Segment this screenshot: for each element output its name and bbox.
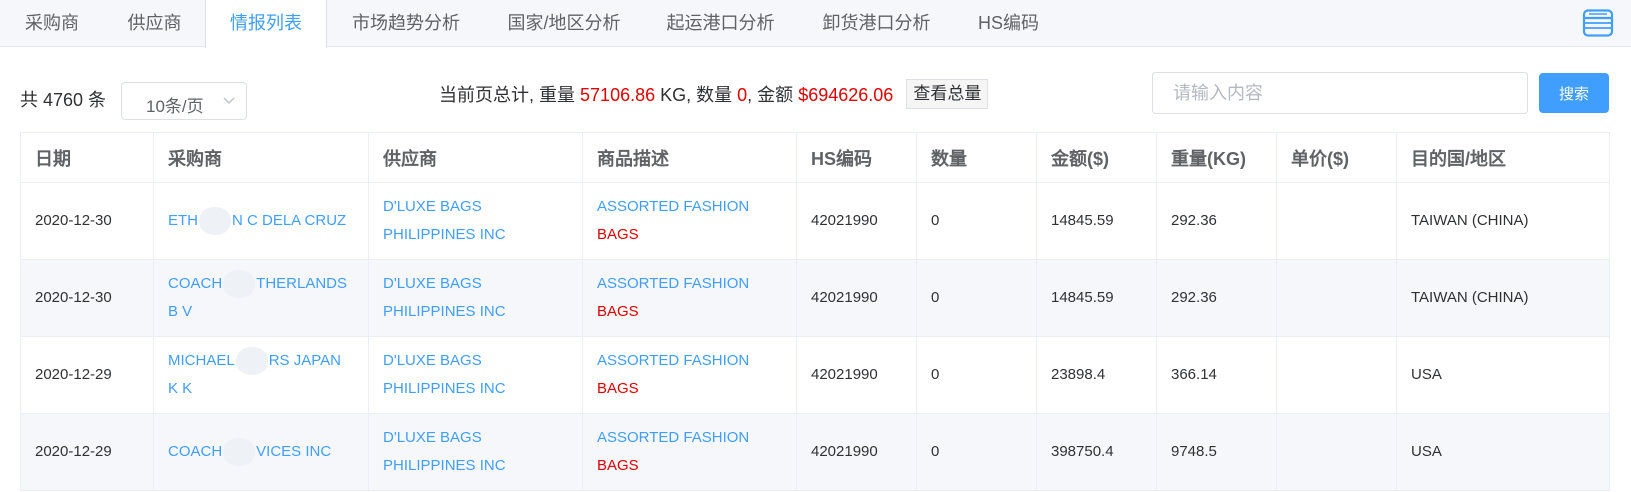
summary-quantity: 0 [737,84,748,105]
cell-description[interactable]: ASSORTED FASHION BAGS [582,336,797,414]
cell-quantity: 0 [916,259,1037,337]
header-unit-price[interactable]: 单价($) [1276,132,1397,183]
cell-buyer-link[interactable]: COACH THERLANDS B V [153,259,369,337]
buyer-name-start: COACH [168,274,223,292]
redaction-mask [223,438,256,467]
redaction-mask [199,207,231,236]
tab-buyers[interactable]: 采购商 [0,0,104,47]
tab-discharge-port[interactable]: 卸货港口分析 [798,0,955,47]
page-size-select[interactable]: 10条/页 [121,82,247,120]
tab-market-trend[interactable]: 市场趋势分析 [327,0,485,47]
search-input[interactable] [1152,72,1528,114]
summary-weight: 57106.86 [580,84,656,105]
cell-destination: USA [1396,413,1610,491]
view-total-button[interactable]: 查看总量 [906,79,989,109]
intel-table: 日期 采购商 供应商 商品描述 HS编码 数量 金额($) 重量(KG) 单价(… [20,132,1610,491]
redaction-mask [235,347,268,376]
buyer-name-end: N C DELA CRUZ [232,211,347,229]
tab-bar: 采购商 供应商 情报列表 市场趋势分析 国家/地区分析 起运港口分析 卸货港口分… [0,0,1631,48]
cell-unit-price [1276,182,1397,260]
cell-date: 2020-12-30 [20,182,154,260]
cell-hs-code: 42021990 [796,259,917,337]
tab-suppliers[interactable]: 供应商 [104,0,205,47]
cell-supplier-link[interactable]: D'LUXE BAGS PHILIPPINES INC [368,413,583,491]
description-text: ASSORTED FASHION [597,352,750,369]
cell-destination: TAIWAN (CHINA) [1396,182,1610,260]
cell-unit-price [1276,259,1397,337]
cell-hs-code: 42021990 [796,336,917,414]
cell-weight: 292.36 [1156,182,1277,260]
summary-amount-label: , 金额 [747,84,794,105]
header-amount[interactable]: 金额($) [1036,132,1157,183]
table-row: 2020-12-30 ETH N C DELA CRUZ D'LUXE BAGS … [20,182,1610,260]
cell-amount: 14845.59 [1036,259,1157,337]
header-buyer[interactable]: 采购商 [153,132,369,183]
cell-buyer-link[interactable]: ETH N C DELA CRUZ [153,182,369,260]
cell-destination: USA [1396,336,1610,414]
buyer-name-start: COACH [168,442,223,460]
cell-supplier-link[interactable]: D'LUXE BAGS PHILIPPINES INC [368,182,583,260]
table-row: 2020-12-30 COACH THERLANDS B V D'LUXE BAG… [20,259,1610,337]
header-description[interactable]: 商品描述 [582,132,797,183]
header-date[interactable]: 日期 [20,132,154,183]
table-row: 2020-12-29 MICHAEL RS JAPAN K K D'LUXE BA… [20,336,1610,414]
cell-hs-code: 42021990 [796,182,917,260]
cell-quantity: 0 [916,413,1037,491]
cell-destination: TAIWAN (CHINA) [1396,259,1610,337]
cell-unit-price [1276,336,1397,414]
summary-weight-unit: KG, 数量 [660,84,733,105]
tab-hs-code[interactable]: HS编码 [955,0,1062,47]
cell-buyer-link[interactable]: COACH VICES INC [153,413,369,491]
description-highlight: BAGS [597,380,639,397]
tab-intel-list[interactable]: 情报列表 [205,0,327,48]
description-text: ASSORTED FASHION [597,275,750,292]
cell-weight: 366.14 [1156,336,1277,414]
chevron-down-icon [223,97,235,105]
cell-amount: 398750.4 [1036,413,1157,491]
cell-weight: 9748.5 [1156,413,1277,491]
cell-description[interactable]: ASSORTED FASHION BAGS [582,413,797,491]
cell-amount: 14845.59 [1036,182,1157,260]
buyer-name-start: ETH [168,211,198,229]
cell-quantity: 0 [916,336,1037,414]
table-header-row: 日期 采购商 供应商 商品描述 HS编码 数量 金额($) 重量(KG) 单价(… [20,132,1610,183]
header-destination[interactable]: 目的国/地区 [1396,132,1610,183]
page-summary: 当前页总计, 重量 57106.86 KG, 数量 0, 金额 $694626.… [439,79,989,109]
header-quantity[interactable]: 数量 [916,132,1037,183]
description-highlight: BAGS [597,226,639,243]
buyer-name-end: VICES INC [256,442,332,460]
cell-date: 2020-12-30 [20,259,154,337]
print-icon[interactable] [1582,9,1614,37]
cell-quantity: 0 [916,182,1037,260]
cell-date: 2020-12-29 [20,336,154,414]
buyer-name-start: MICHAEL [168,351,235,369]
header-hs-code[interactable]: HS编码 [796,132,917,183]
cell-description[interactable]: ASSORTED FASHION BAGS [582,182,797,260]
tab-country-region[interactable]: 国家/地区分析 [485,0,643,47]
cell-supplier-link[interactable]: D'LUXE BAGS PHILIPPINES INC [368,259,583,337]
description-text: ASSORTED FASHION [597,429,750,446]
cell-supplier-link[interactable]: D'LUXE BAGS PHILIPPINES INC [368,336,583,414]
cell-amount: 23898.4 [1036,336,1157,414]
total-count: 共 4760 条 [20,90,107,110]
tab-origin-port[interactable]: 起运港口分析 [643,0,798,47]
header-supplier[interactable]: 供应商 [368,132,583,183]
cell-weight: 292.36 [1156,259,1277,337]
cell-hs-code: 42021990 [796,413,917,491]
summary-amount: $694626.06 [798,84,894,105]
cell-unit-price [1276,413,1397,491]
description-highlight: BAGS [597,457,639,474]
header-weight[interactable]: 重量(KG) [1156,132,1277,183]
cell-description[interactable]: ASSORTED FASHION BAGS [582,259,797,337]
description-text: ASSORTED FASHION [597,198,750,215]
table-row: 2020-12-29 COACH VICES INC D'LUXE BAGS PH… [20,413,1610,491]
page-size-value: 10条/页 [146,97,204,116]
summary-prefix: 当前页总计, 重量 [439,84,576,105]
description-highlight: BAGS [597,303,639,320]
search-button[interactable]: 搜索 [1539,73,1609,113]
cell-date: 2020-12-29 [20,413,154,491]
redaction-mask [223,270,256,299]
cell-buyer-link[interactable]: MICHAEL RS JAPAN K K [153,336,369,414]
